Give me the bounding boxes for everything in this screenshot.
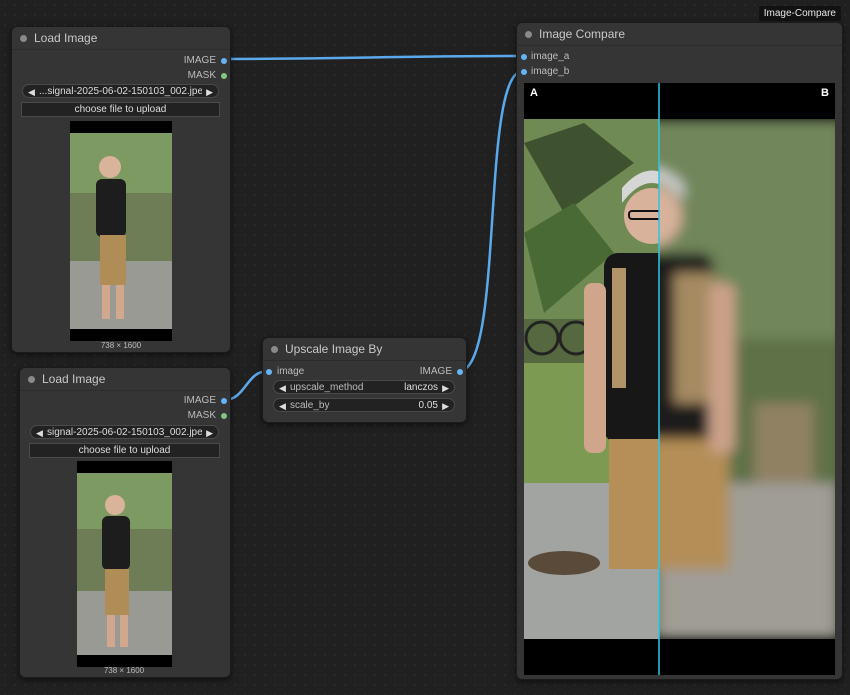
prev-arrow-icon[interactable]: ◀ [36,426,43,440]
image-file-select[interactable]: ◀ signal-2025-06-02-150103_002.jpeg ▶ [30,425,219,439]
compare-photo [524,83,835,675]
compare-label-a: A [530,87,538,99]
node-header[interactable]: Upscale Image By [263,338,466,361]
node-title: Load Image [42,372,106,386]
output-image-port[interactable] [457,369,463,375]
upscale-method-select[interactable]: ◀ upscale_method lanczos ▶ [273,380,455,394]
image-filename: signal-2025-06-02-150103_002.jpeg [47,427,202,438]
output-mask-port[interactable] [221,413,227,419]
wire-upscale-to-image-b [458,69,524,373]
node-title: Image Compare [539,27,626,41]
collapse-dot-icon[interactable] [271,346,278,353]
load-image-node-2[interactable]: Load Image IMAGE MASK ◀ signal-2025-06-0… [19,367,231,678]
prev-arrow-icon[interactable]: ◀ [279,381,286,395]
image-compare-badge: Image-Compare [758,6,841,21]
wire-image-to-image-a [223,54,524,61]
widget-value: lanczos [404,382,438,393]
collapse-dot-icon[interactable] [525,31,532,38]
widget-name: scale_by [290,400,330,411]
node-header[interactable]: Image Compare [517,23,842,46]
next-arrow-icon[interactable]: ▶ [442,381,449,395]
compare-viewer[interactable]: A B [524,83,835,675]
node-title: Load Image [34,31,98,45]
image-file-select[interactable]: ◀ ...signal-2025-06-02-150103_002.jpeg ▶ [22,84,219,98]
output-image-label: IMAGE [419,366,452,377]
decrement-arrow-icon[interactable]: ◀ [279,399,286,413]
output-mask-port[interactable] [221,73,227,79]
input-image-a-label: image_a [531,51,570,62]
upscale-image-by-node[interactable]: Upscale Image By image IMAGE ◀ upscale_m… [262,337,467,423]
node-title: Upscale Image By [285,342,383,356]
image-preview [77,461,172,667]
image-compare-node[interactable]: Image Compare image_a image_b A B [516,22,843,680]
widget-value: 0.05 [418,400,438,411]
collapse-dot-icon[interactable] [20,35,27,42]
output-image-port[interactable] [221,398,227,404]
input-image-port[interactable] [266,369,272,375]
upload-button[interactable]: choose file to upload [29,443,220,458]
output-mask-label: MASK [187,410,216,421]
image-preview [70,121,172,341]
image-dimensions-2: 738 × 1600 [103,666,145,675]
output-image-label: IMAGE [183,395,216,406]
widget-name: upscale_method [290,382,364,393]
increment-arrow-icon[interactable]: ▶ [442,399,449,413]
node-header[interactable]: Load Image [12,27,230,50]
input-image-b-label: image_b [531,66,570,77]
image-dimensions: 738 × 1600 [100,341,142,350]
next-arrow-icon[interactable]: ▶ [206,426,213,440]
load-image-node-1[interactable]: Load Image IMAGE MASK ◀ ...signal-2025-0… [11,26,231,353]
input-image-b-port[interactable] [521,69,527,75]
preview-photo [77,461,172,667]
compare-label-b: B [821,87,829,99]
upload-button[interactable]: choose file to upload [21,102,220,117]
input-image-a-port[interactable] [521,54,527,60]
output-mask-label: MASK [187,70,216,81]
prev-arrow-icon[interactable]: ◀ [28,85,35,99]
next-arrow-icon[interactable]: ▶ [206,85,213,99]
image-filename: ...signal-2025-06-02-150103_002.jpeg [39,86,202,97]
node-header[interactable]: Load Image [20,368,230,391]
output-image-port[interactable] [221,58,227,64]
input-image-label: image [277,366,305,377]
collapse-dot-icon[interactable] [28,376,35,383]
preview-photo [70,121,172,341]
output-image-label: IMAGE [183,55,216,66]
scale-by-number[interactable]: ◀ scale_by 0.05 ▶ [273,398,455,412]
